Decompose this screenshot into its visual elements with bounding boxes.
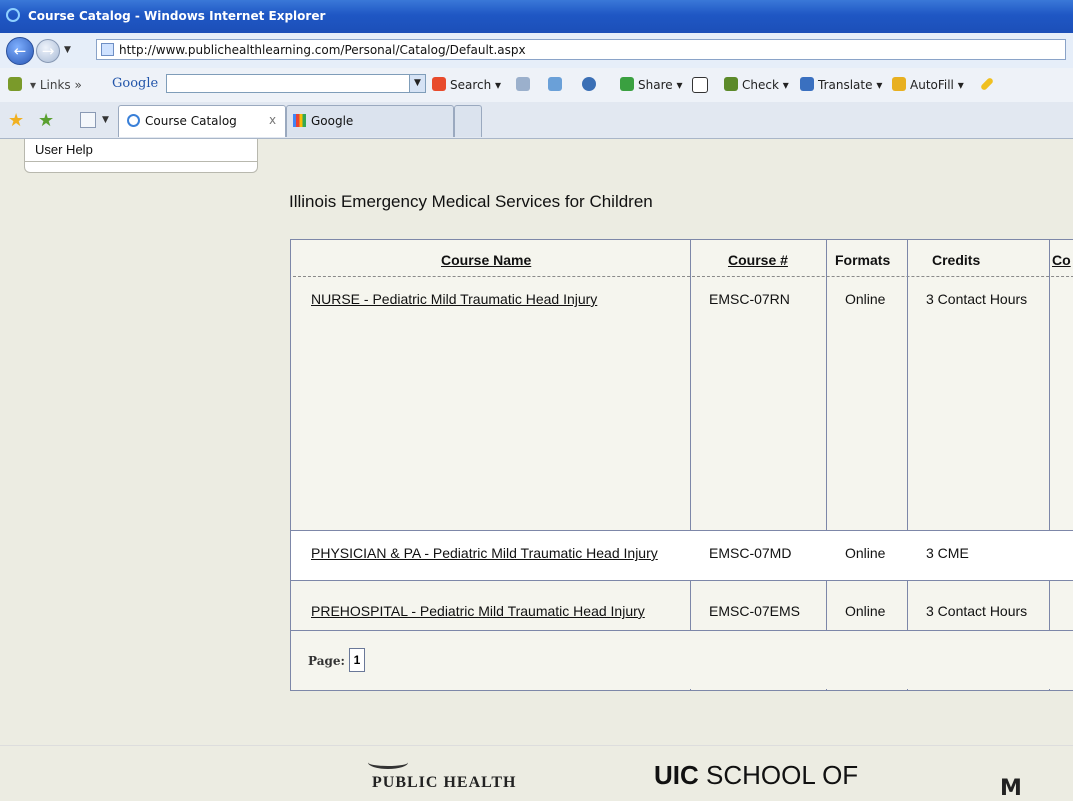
header-divider	[293, 276, 1073, 277]
column-divider	[690, 240, 691, 690]
tab-bar: ★ ★ ▼ Course Catalog x Google	[0, 102, 1073, 139]
search-dropdown-icon[interactable]: ▼	[409, 75, 425, 92]
left-nav-panel: User Help	[24, 139, 258, 173]
google-label: Google	[112, 76, 159, 91]
address-bar-row: ← → ▼ http://www.publichealthlearning.co…	[0, 33, 1073, 69]
google-favicon-icon	[293, 114, 306, 127]
ie-page-icon	[127, 114, 140, 127]
header-course-name[interactable]: Course Name	[441, 252, 531, 268]
user-help-link[interactable]: User Help	[35, 142, 93, 157]
check-button[interactable]: Check ▾	[742, 78, 789, 92]
course-format: Online	[845, 603, 886, 619]
autofill-label: AutoFill	[910, 78, 954, 92]
course-link-prehospital[interactable]: PREHOSPITAL - Pediatric Mild Traumatic H…	[311, 603, 645, 619]
window-title: Course Catalog - Windows Internet Explor…	[28, 9, 326, 23]
new-tab-button[interactable]	[454, 105, 482, 137]
chevron-icon: »	[74, 78, 82, 92]
header-course-number[interactable]: Course #	[728, 252, 788, 268]
google-search-input[interactable]: ▼	[166, 74, 426, 93]
course-number: EMSC-07EMS	[709, 603, 801, 619]
forward-arrow-icon[interactable]: →	[36, 39, 60, 63]
ie-logo-icon	[6, 8, 20, 22]
window-title-bar: Course Catalog - Windows Internet Explor…	[0, 0, 1073, 33]
course-table: Course Name Course # Formats Credits Co …	[290, 239, 1073, 691]
favorites-feed-icon[interactable]	[8, 77, 22, 91]
course-number: EMSC-07MD	[709, 545, 792, 561]
pager-background	[291, 631, 1073, 689]
column-divider	[907, 240, 908, 690]
footer: PUBLIC HEALTH UIC SCHOOL OF M	[0, 745, 1073, 801]
highlighter-icon[interactable]	[979, 76, 995, 92]
tab-course-catalog[interactable]: Course Catalog x	[118, 105, 286, 137]
tab-label: Google	[311, 114, 354, 128]
tab-label: Course Catalog	[145, 114, 237, 128]
favorites-star-icon[interactable]: ★	[8, 110, 24, 131]
page-heading: Illinois Emergency Medical Services for …	[289, 192, 653, 211]
dropdown-icon: ▾	[30, 78, 37, 92]
course-credits: 3 Contact Hours	[926, 291, 1028, 307]
links-label: Links	[39, 78, 71, 92]
header-cost[interactable]: Co	[1052, 252, 1071, 268]
course-format: Online	[845, 545, 886, 561]
column-divider	[826, 240, 827, 690]
quick-tabs-icon[interactable]	[80, 112, 96, 128]
check-label: Check	[742, 78, 779, 92]
history-dropdown-icon[interactable]: ▼	[64, 45, 71, 55]
uic-rest: SCHOOL OF	[698, 760, 859, 790]
footer-logo-right: M	[1000, 776, 1022, 801]
autofill-icon	[892, 77, 906, 91]
page-icon	[101, 43, 114, 56]
toolbar-tool-icon[interactable]	[516, 77, 530, 91]
spellcheck-icon	[724, 77, 738, 91]
translate-label: Translate	[818, 78, 873, 92]
address-input[interactable]: http://www.publichealthlearning.com/Pers…	[96, 39, 1066, 60]
address-url: http://www.publichealthlearning.com/Pers…	[119, 43, 526, 57]
close-tab-icon[interactable]: x	[269, 113, 276, 127]
row-divider	[291, 580, 1073, 581]
back-arrow-icon[interactable]: ←	[6, 37, 34, 65]
translate-button[interactable]: Translate ▾	[818, 78, 882, 92]
tab-google[interactable]: Google	[286, 105, 454, 137]
search-label: Search	[450, 78, 492, 92]
page-content: User Help Illinois Emergency Medical Ser…	[0, 139, 1073, 801]
add-favorite-icon[interactable]: ★	[38, 110, 54, 131]
autofill-button[interactable]: AutoFill ▾	[910, 78, 964, 92]
divider	[25, 161, 257, 162]
course-format: Online	[845, 291, 886, 307]
toolbar: ▾ Links » Google ▼ Search ▾ Share ▾ Chec…	[0, 68, 1073, 103]
course-credits: 3 Contact Hours	[926, 603, 1028, 619]
course-credits: 3 CME	[926, 545, 969, 561]
public-health-logo-icon	[368, 756, 408, 769]
translate-icon	[800, 77, 814, 91]
course-link-nurse[interactable]: NURSE - Pediatric Mild Traumatic Head In…	[311, 291, 597, 307]
column-divider	[1049, 240, 1050, 690]
course-number: EMSC-07RN	[709, 291, 790, 307]
links-button[interactable]: ▾ Links »	[30, 78, 82, 92]
pager-label: Page:	[308, 654, 345, 668]
page-number-button[interactable]: 1	[349, 648, 365, 672]
header-credits: Credits	[932, 252, 981, 268]
toolbar-ball-icon[interactable]	[582, 77, 596, 91]
tab-list-dropdown-icon[interactable]: ▼	[102, 115, 109, 125]
footer-logo-public-health: PUBLIC HEALTH	[372, 774, 517, 791]
share-button[interactable]: Share ▾	[638, 78, 682, 92]
uic-bold: UIC	[654, 760, 699, 790]
pager: Page: 1	[291, 630, 1073, 690]
share-icon	[620, 77, 634, 91]
toolbar-plus-icon[interactable]	[548, 77, 562, 91]
header-formats: Formats	[835, 252, 891, 268]
course-link-physician[interactable]: PHYSICIAN & PA - Pediatric Mild Traumati…	[311, 545, 658, 561]
sidewiki-icon[interactable]	[692, 77, 708, 93]
footer-logo-uic: UIC SCHOOL OF	[654, 760, 858, 791]
google-search-icon	[432, 77, 446, 91]
search-button[interactable]: Search ▾	[450, 78, 501, 92]
share-label: Share	[638, 78, 673, 92]
